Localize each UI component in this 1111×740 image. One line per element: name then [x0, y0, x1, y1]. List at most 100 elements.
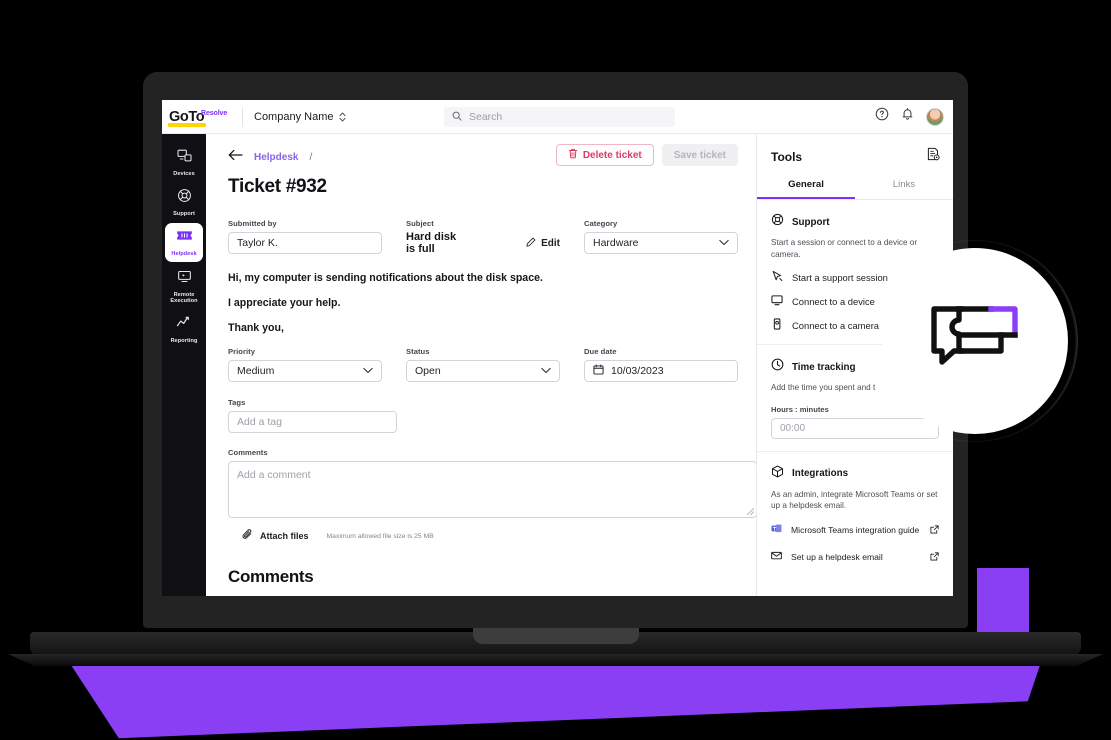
- setup-helpdesk-email-link[interactable]: Set up a helpdesk email: [771, 548, 939, 566]
- search-placeholder: Search: [469, 110, 503, 123]
- category-select[interactable]: Hardware: [584, 232, 738, 254]
- box-integration-icon: [771, 465, 784, 483]
- delete-ticket-button[interactable]: Delete ticket: [555, 144, 654, 166]
- sidebar-item-support[interactable]: Support: [165, 183, 203, 221]
- screenshot-stage: GoTo Resolve Company Name Search Devices…: [0, 0, 1111, 740]
- due-date-label: Due date: [584, 347, 617, 356]
- category-label: Category: [584, 219, 618, 228]
- integrations-header: Integrations: [771, 465, 939, 483]
- status-select[interactable]: Open: [406, 360, 560, 382]
- sidebar-item-helpdesk[interactable]: Helpdesk: [165, 223, 203, 262]
- comments-section-heading: Comments: [228, 567, 314, 586]
- support-icon: [771, 213, 784, 231]
- sidebar-item-label: Support: [173, 211, 195, 218]
- app-header: GoTo Resolve Company Name Search: [162, 100, 953, 134]
- search-icon: [452, 108, 462, 126]
- microsoft-teams-icon: [771, 523, 782, 536]
- comment-textarea[interactable]: Add a comment: [228, 461, 756, 518]
- breadcrumb-separator: /: [309, 151, 313, 163]
- laptop-notch: [473, 628, 639, 644]
- reporting-chart-icon: [176, 315, 192, 335]
- priority-label: Priority: [228, 347, 255, 356]
- due-date-field: Due date 10/03/2023: [584, 347, 738, 382]
- pencil-icon: [526, 237, 536, 250]
- hours-minutes-input[interactable]: 00:00: [771, 417, 939, 439]
- breadcrumb-link-helpdesk[interactable]: Helpdesk: [254, 152, 298, 163]
- description-line: Thank you,: [228, 322, 284, 334]
- sidebar-item-reporting[interactable]: Reporting: [165, 310, 203, 348]
- integrations-title: Integrations: [792, 468, 849, 479]
- subject-label: Subject: [406, 219, 434, 228]
- start-support-session-label: Start a support session: [792, 271, 888, 283]
- connect-to-camera-label: Connect to a camera: [792, 319, 880, 331]
- add-comment-field: Comments Add a comment: [228, 448, 756, 518]
- help-circle-icon[interactable]: [875, 107, 889, 126]
- remote-execution-icon: [177, 269, 192, 289]
- search-input[interactable]: Search: [444, 106, 675, 127]
- app-logo[interactable]: GoTo Resolve: [162, 108, 238, 127]
- logo-resolve-text: Resolve: [201, 109, 228, 117]
- envelope-icon: [771, 550, 782, 563]
- notes-settings-icon[interactable]: [927, 147, 940, 166]
- sidebar-item-remote-execution[interactable]: Remote Execution: [165, 264, 203, 308]
- chevron-updown-icon: [339, 111, 347, 123]
- chevron-down-icon: [719, 237, 729, 249]
- save-ticket-label: Save ticket: [673, 149, 726, 161]
- edit-subject-button[interactable]: Edit: [526, 232, 560, 254]
- back-arrow-icon[interactable]: [228, 148, 243, 166]
- chevron-down-icon: [363, 365, 373, 377]
- teams-integration-label: Microsoft Teams integration guide: [791, 524, 920, 535]
- attach-files-hint: Maximum allowed file size is 25 MB: [326, 532, 434, 540]
- delete-ticket-label: Delete ticket: [582, 149, 642, 161]
- subject-line: Hard disk is full Edit: [406, 231, 560, 255]
- ticket-meta-row-1: Submitted by Taylor K. Subject Hard disk…: [228, 219, 738, 255]
- submitted-by-input[interactable]: Taylor K.: [228, 232, 382, 254]
- subject-field: Subject Hard disk is full Edit: [406, 219, 560, 255]
- status-field: Status Open: [406, 347, 560, 382]
- logo-goto-text: GoTo: [167, 108, 207, 127]
- ticket-actions: Delete ticket Save ticket: [555, 144, 738, 166]
- feature-badge: [882, 248, 1068, 434]
- company-name-label: Company Name: [254, 110, 334, 123]
- tab-links[interactable]: Links: [855, 179, 953, 199]
- helpdesk-ticket-icon: [176, 228, 193, 248]
- connect-to-device-label: Connect to a device: [792, 295, 875, 307]
- tools-title: Tools: [771, 149, 803, 164]
- tags-input[interactable]: Add a tag: [228, 411, 397, 433]
- monitor-icon: [771, 294, 783, 308]
- save-ticket-button[interactable]: Save ticket: [661, 144, 738, 166]
- sidebar-item-label: Devices: [173, 171, 195, 177]
- description-line: Hi, my computer is sending notifications…: [228, 272, 543, 284]
- ticket-meta-row-2: Priority Medium Status Open Due date 10/…: [228, 347, 738, 382]
- due-date-value: 10/03/2023: [611, 365, 664, 377]
- tags-label: Tags: [228, 398, 246, 407]
- subject-value: Hard disk is full: [406, 231, 457, 255]
- tools-header: Tools: [757, 147, 953, 166]
- company-selector[interactable]: Company Name: [254, 110, 347, 123]
- support-icon: [177, 188, 192, 208]
- status-value: Open: [415, 365, 441, 377]
- chat-bubbles-icon: [929, 299, 1021, 384]
- tab-general[interactable]: General: [757, 179, 855, 199]
- sidebar-item-label: Helpdesk: [171, 251, 197, 258]
- priority-value: Medium: [237, 365, 275, 377]
- devices-icon: [176, 148, 192, 168]
- bell-icon[interactable]: [901, 107, 914, 126]
- teams-integration-guide-link[interactable]: Microsoft Teams integration guide: [771, 521, 939, 539]
- attach-files-row: Attach files Maximum allowed file size i…: [242, 527, 738, 545]
- clock-icon: [771, 358, 784, 376]
- priority-select[interactable]: Medium: [228, 360, 382, 382]
- user-avatar[interactable]: [926, 107, 944, 126]
- resize-handle[interactable]: [747, 508, 754, 515]
- helpdesk-email-label: Set up a helpdesk email: [791, 551, 883, 562]
- paperclip-icon: [242, 527, 253, 545]
- trash-icon: [568, 148, 578, 162]
- teams-link-content: Microsoft Teams integration guide: [771, 523, 919, 536]
- comment-placeholder: Add a comment: [237, 469, 311, 481]
- description-line: I appreciate your help.: [228, 297, 341, 309]
- attach-files-button[interactable]: Attach files: [260, 531, 309, 541]
- due-date-input[interactable]: 10/03/2023: [584, 360, 738, 382]
- mobile-camera-icon: [771, 318, 783, 332]
- sidebar-item-devices[interactable]: Devices: [165, 143, 203, 181]
- header-divider: [242, 106, 243, 127]
